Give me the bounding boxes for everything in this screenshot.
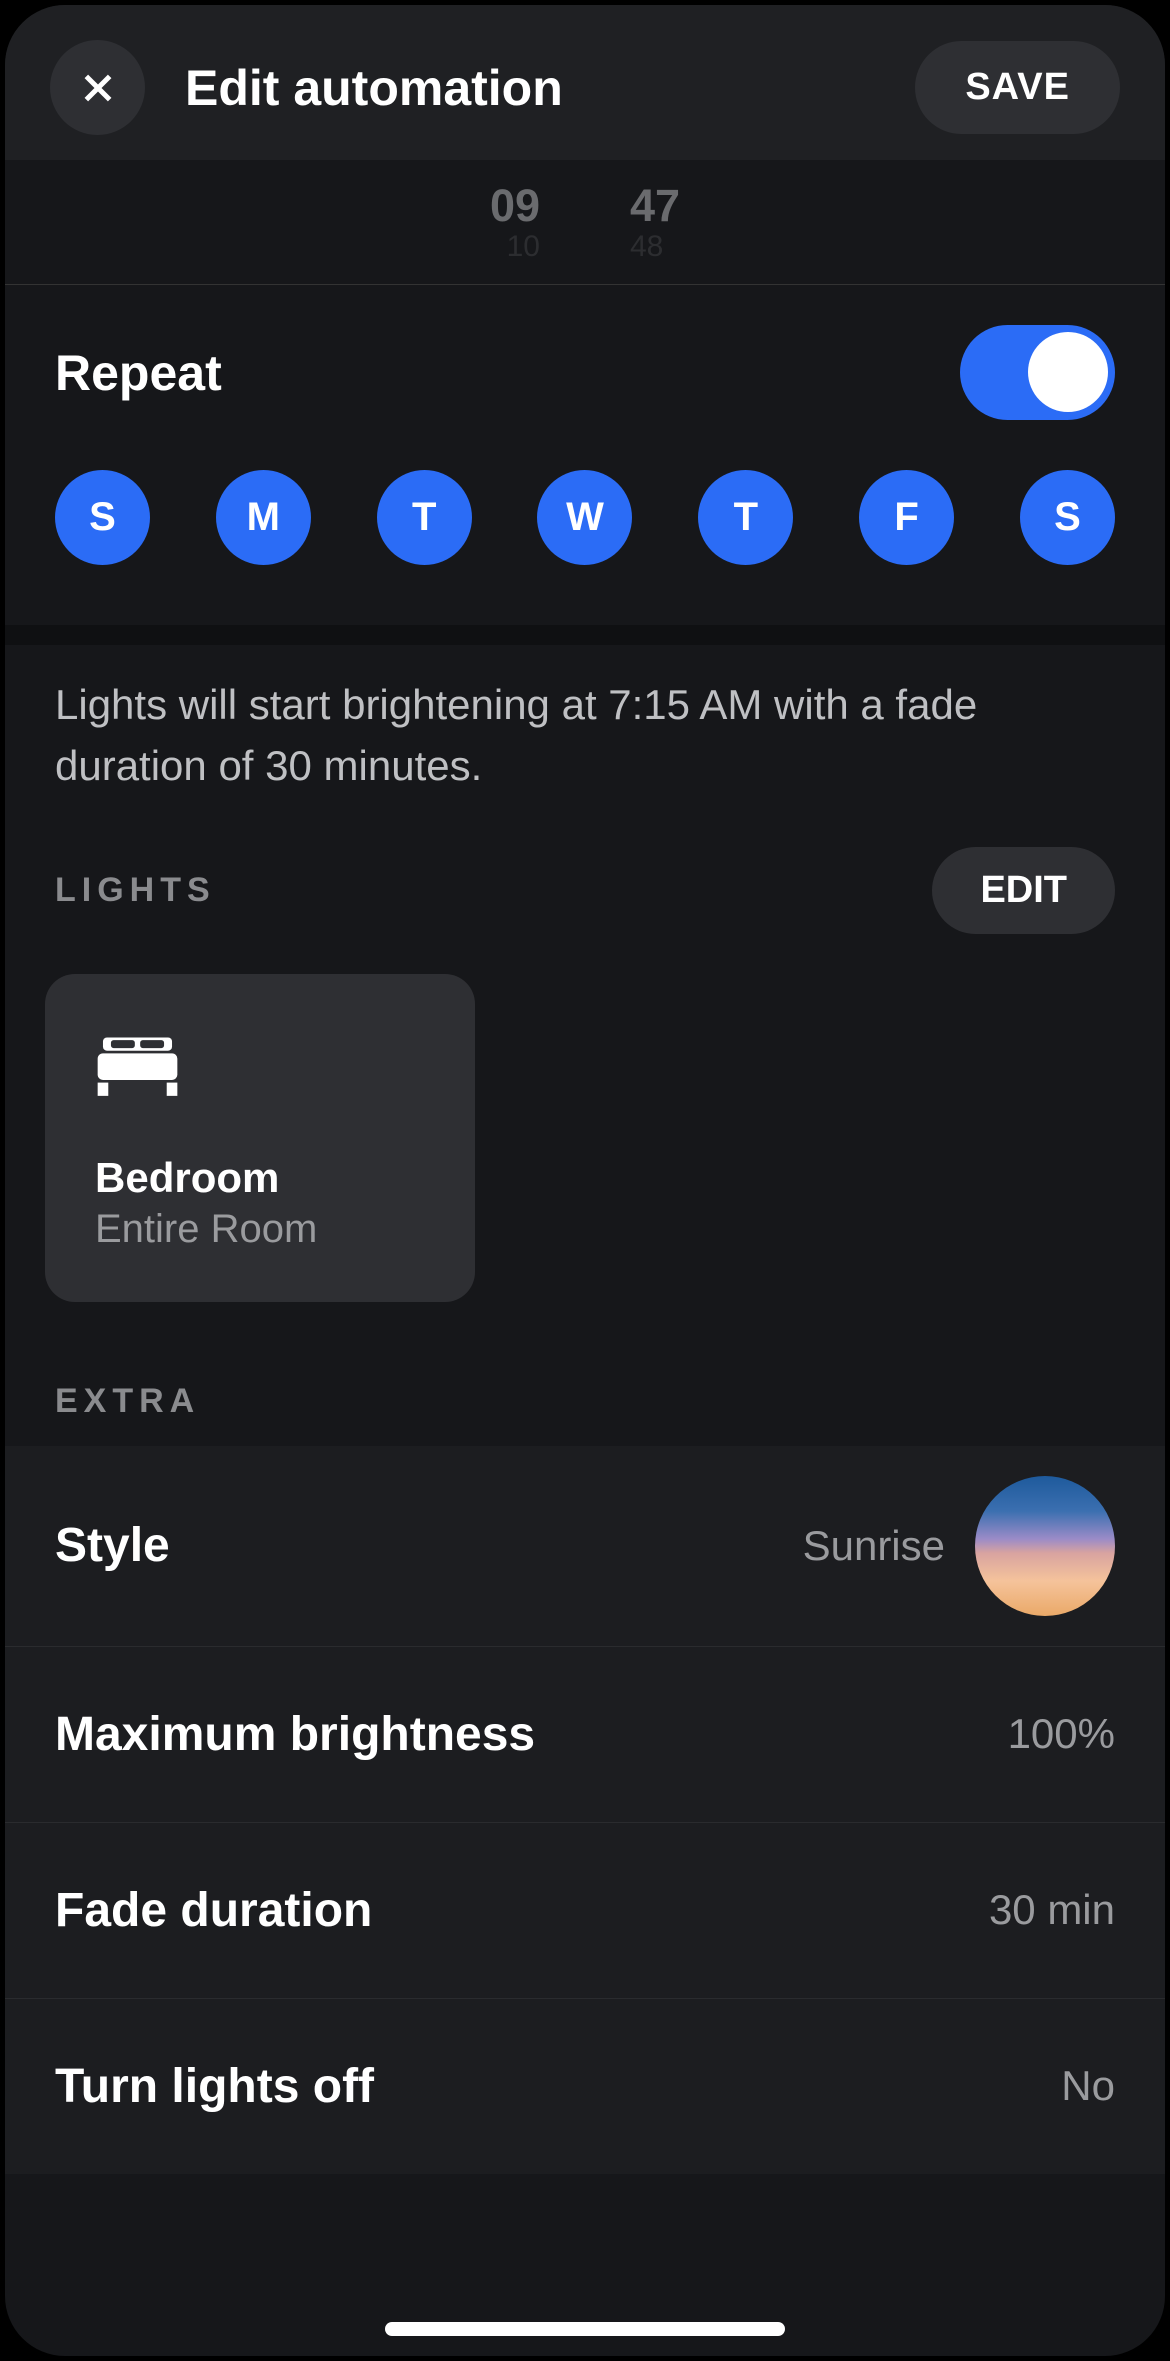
- time-minute: 47: [630, 180, 680, 232]
- setting-style[interactable]: Style Sunrise: [5, 1446, 1165, 1647]
- fade-duration-label: Fade duration: [55, 1883, 372, 1938]
- day-tuesday[interactable]: T: [377, 470, 472, 565]
- save-button[interactable]: SAVE: [915, 41, 1120, 134]
- divider: [5, 625, 1165, 645]
- close-icon: [78, 68, 118, 108]
- room-name: Bedroom: [95, 1154, 425, 1202]
- day-monday[interactable]: M: [216, 470, 311, 565]
- turn-off-label: Turn lights off: [55, 2059, 374, 2114]
- room-sub: Entire Room: [95, 1207, 425, 1252]
- setting-fade-duration[interactable]: Fade duration 30 min: [5, 1823, 1165, 1999]
- max-brightness-label: Maximum brightness: [55, 1707, 535, 1762]
- day-thursday[interactable]: T: [698, 470, 793, 565]
- room-card-bedroom[interactable]: Bedroom Entire Room: [45, 974, 475, 1302]
- day-sunday[interactable]: S: [55, 470, 150, 565]
- max-brightness-value: 100%: [1008, 1710, 1115, 1758]
- style-value: Sunrise: [803, 1522, 945, 1570]
- repeat-label: Repeat: [55, 344, 222, 402]
- close-button[interactable]: [50, 40, 145, 135]
- time-hour: 09: [490, 180, 540, 232]
- lights-section-header: LIGHTS EDIT: [5, 837, 1165, 954]
- extra-settings-list: Style Sunrise Maximum brightness 100% Fa…: [5, 1446, 1165, 2174]
- fade-duration-value: 30 min: [989, 1886, 1115, 1934]
- time-minute-next: 48: [630, 230, 663, 264]
- sunrise-preview-icon: [975, 1476, 1115, 1616]
- extra-header-label: EXTRA: [5, 1352, 1165, 1446]
- turn-off-value: No: [1061, 2062, 1115, 2110]
- time-hour-next: 10: [507, 230, 540, 264]
- bed-icon: [95, 1029, 425, 1104]
- repeat-toggle[interactable]: [960, 325, 1115, 420]
- lights-header-label: LIGHTS: [55, 871, 216, 910]
- automation-description: Lights will start brightening at 7:15 AM…: [5, 645, 1165, 837]
- repeat-row: Repeat: [5, 325, 1165, 420]
- day-friday[interactable]: F: [859, 470, 954, 565]
- days-row: S M T W T F S: [5, 470, 1165, 565]
- home-indicator[interactable]: [385, 2322, 785, 2336]
- day-wednesday[interactable]: W: [537, 470, 632, 565]
- setting-turn-off[interactable]: Turn lights off No: [5, 1999, 1165, 2174]
- edit-lights-button[interactable]: EDIT: [932, 847, 1115, 934]
- content-area: 09 47 10 48 Repeat S M T W T F S Lights …: [5, 160, 1165, 2174]
- style-label: Style: [55, 1518, 170, 1573]
- time-picker[interactable]: 09 47 10 48: [5, 160, 1165, 285]
- header-bar: Edit automation SAVE: [5, 5, 1165, 160]
- day-saturday[interactable]: S: [1020, 470, 1115, 565]
- setting-max-brightness[interactable]: Maximum brightness 100%: [5, 1647, 1165, 1823]
- toggle-knob: [1028, 332, 1108, 412]
- page-title: Edit automation: [185, 59, 915, 117]
